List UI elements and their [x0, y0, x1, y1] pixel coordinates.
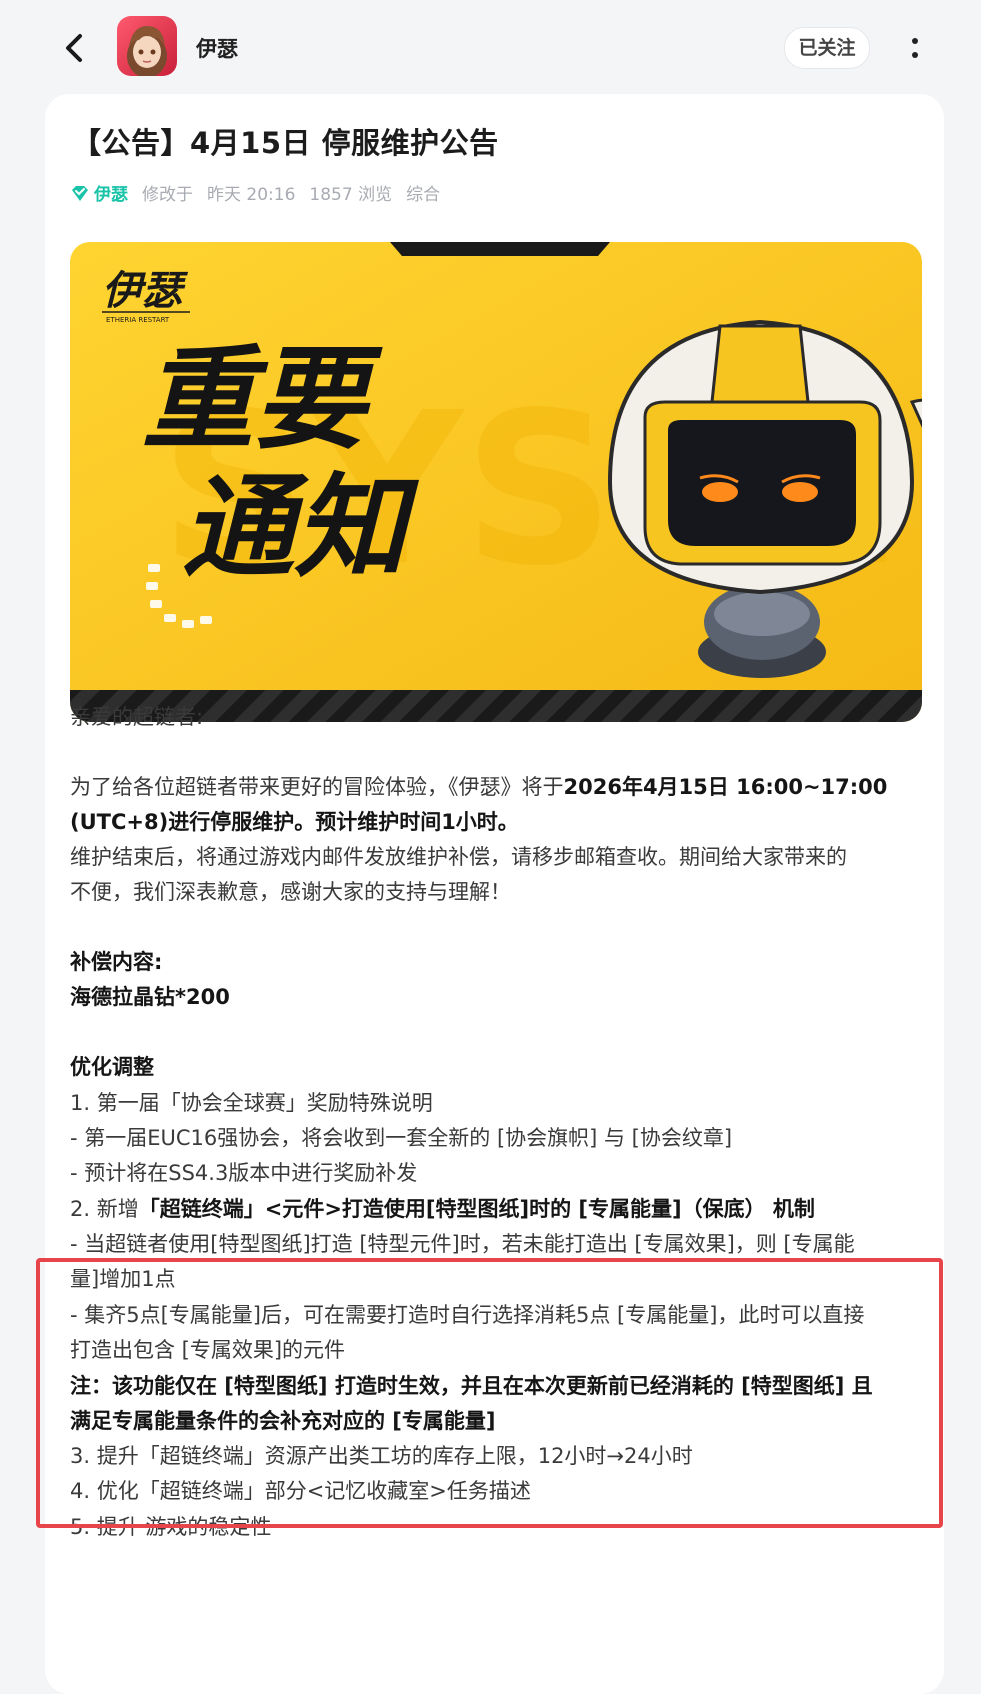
author-name[interactable]: 伊瑟 [94, 185, 128, 205]
compensation-heading: 补偿内容: [70, 950, 163, 974]
app-avatar[interactable] [117, 16, 177, 76]
optimization-heading: 优化调整 [70, 1055, 154, 1079]
list-item-2-bold: 「超链终端」<元件>打造使用[特型图纸]时的 [专属能量]（保底） 机制 [138, 1197, 815, 1221]
list-item-1-detail-a: - 第一届EUC16强协会，将会收到一套全新的 [协会旗帜] 与 [协会纹章] [70, 1126, 733, 1150]
maintenance-time: 2026年4月15日 16:00~17:00 [563, 775, 888, 799]
list-item-2-detail-a1: - 当超链者使用[特型图纸]打造 [特型元件]时，若未能打造出 [专属效果]，则… [70, 1232, 855, 1256]
list-item-2-note-2: 满足专属能量条件的会补充对应的 [专属能量] [70, 1409, 496, 1433]
top-bar: 伊瑟 已关注 [0, 0, 981, 94]
list-item-2: 2. 新增「超链终端」<元件>打造使用[特型图纸]时的 [专属能量]（保底） 机… [70, 1197, 815, 1221]
paragraph-2-line-2: 不便，我们深表歉意，感谢大家的支持与理解！ [70, 880, 511, 904]
more-button[interactable] [900, 30, 930, 66]
banner-logo-text: 伊瑟 [102, 268, 189, 314]
list-item-2-detail-b2: 打造出包含 [专属效果]的元件 [70, 1338, 346, 1362]
paragraph-1-line-1: 为了给各位超链者带来更好的冒险体验，《伊瑟》将于2026年4月15日 16:00… [70, 775, 888, 799]
vertical-dots-icon [912, 38, 918, 44]
paragraph-1-line-2: (UTC+8)进行停服维护。预计维护时间1小时。 [70, 810, 519, 834]
announcement-banner[interactable]: SYSTEM 伊瑟 ETHERIA RESTART 重要 通知 [70, 242, 922, 722]
diamond-verified-icon [72, 186, 88, 201]
compensation-item: 海德拉晶钻*200 [70, 985, 230, 1009]
post-category[interactable]: 综合 [406, 185, 440, 205]
post-meta: 伊瑟 修改于 昨天 20:16 1857 浏览 综合 [70, 180, 440, 206]
list-item-5: 5. 提升 游戏的稳定性 [70, 1515, 272, 1539]
post-title: 【公告】4月15日 停服维护公告 [72, 126, 499, 160]
list-item-2-detail-a2: 量]增加1点 [70, 1267, 176, 1291]
list-item-4: 4. 优化「超链终端」部分<记忆收藏室>任务描述 [70, 1479, 531, 1503]
list-item-1-detail-b: - 预计将在SS4.3版本中进行奖励补发 [70, 1161, 418, 1185]
list-item-1: 1. 第一届「协会全球赛」奖励特殊说明 [70, 1091, 433, 1115]
banner-headline-bottom: 通知 [182, 463, 420, 593]
app-name[interactable]: 伊瑟 [196, 33, 238, 63]
chevron-left-icon [66, 34, 82, 62]
post-time: 昨天 20:16 [207, 185, 296, 205]
view-count: 1857 浏览 [309, 185, 393, 205]
back-button[interactable] [58, 28, 92, 68]
paragraph-2-line-1: 维护结束后，将通过游戏内邮件发放维护补偿，请移步邮箱查收。期间给大家带来的 [70, 845, 847, 869]
edited-label: 修改于 [142, 185, 193, 205]
banner-logo-sub: ETHERIA RESTART [106, 316, 170, 324]
follow-button[interactable]: 已关注 [784, 27, 870, 69]
list-item-2-detail-b1: - 集齐5点[专属能量]后，可在需要打造时自行选择消耗5点 [专属能量]，此时可… [70, 1303, 865, 1327]
greeting: 亲爱的超链者: [70, 705, 204, 729]
list-item-3: 3. 提升「超链终端」资源产出类工坊的库存上限，12小时→24小时 [70, 1444, 693, 1468]
list-item-2-note-1: 注：该功能仅在 [特型图纸] 打造时生效，并且在本次更新前已经消耗的 [特型图纸… [70, 1374, 873, 1398]
banner-headline-top: 重要 [142, 335, 383, 465]
